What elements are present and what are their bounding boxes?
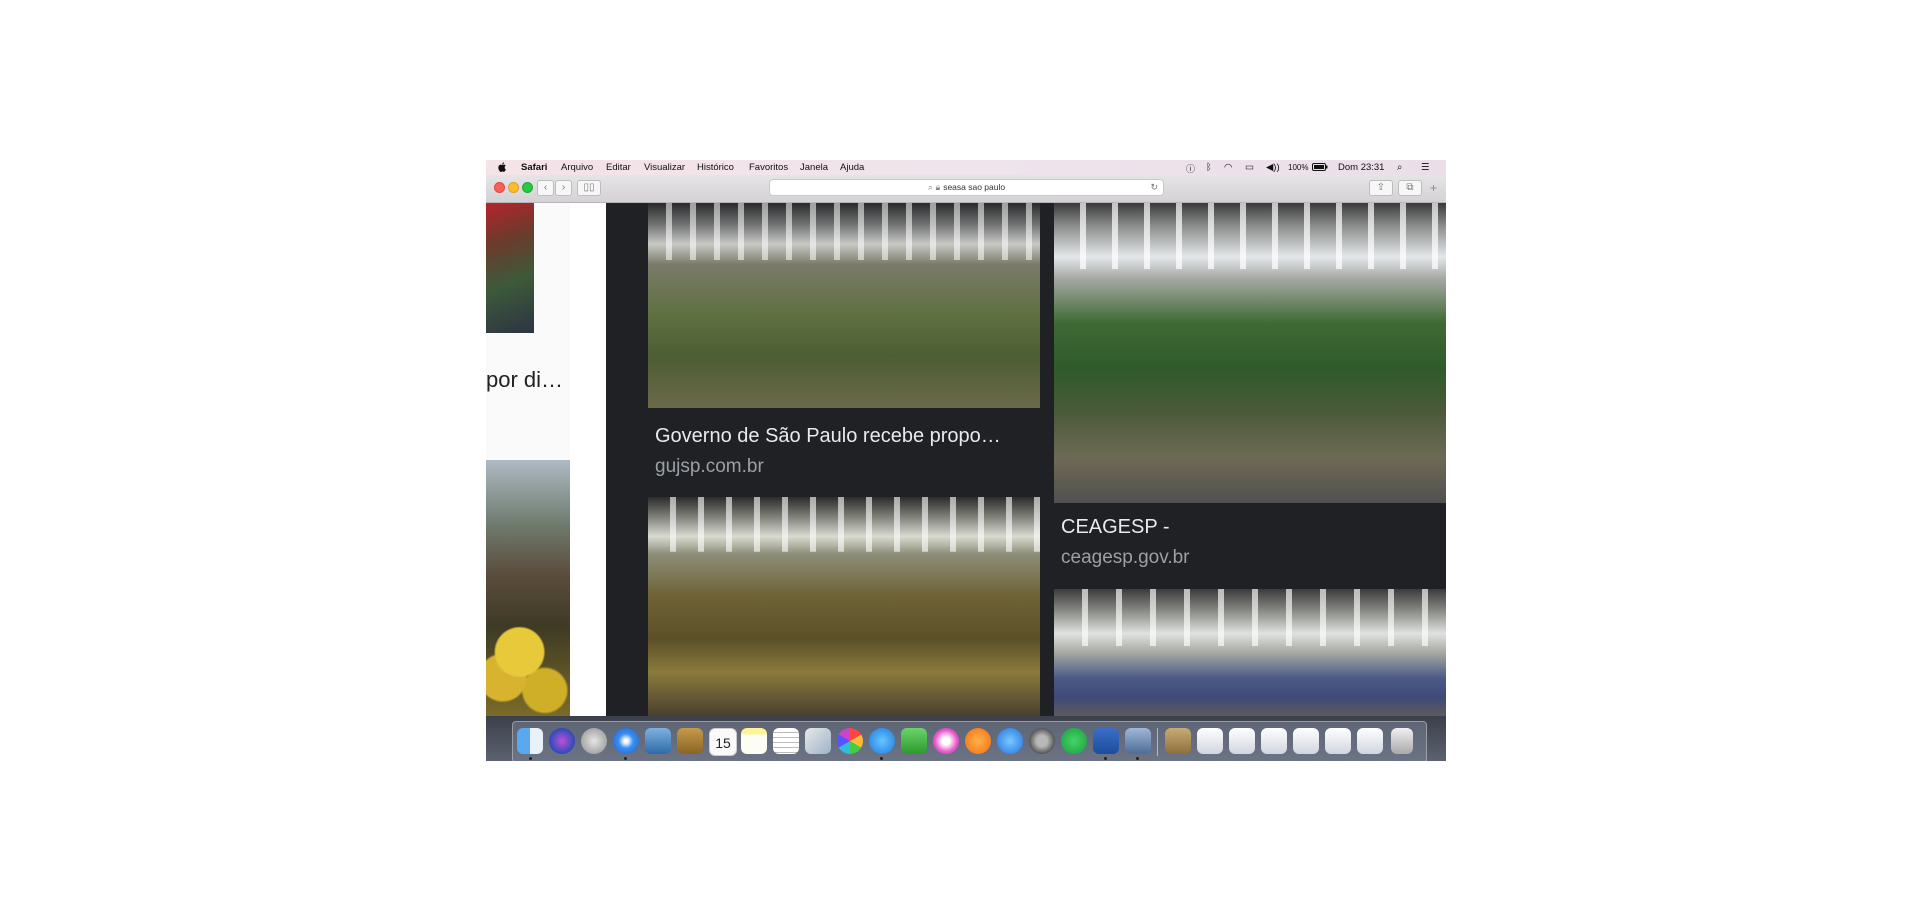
stack-4-icon[interactable] [1293,728,1319,754]
previous-result-image[interactable] [486,203,534,333]
calendar-icon[interactable]: 15 [709,728,737,756]
whatsapp-icon[interactable] [1061,728,1087,754]
previous-result-image-2[interactable] [486,460,570,716]
address-bar[interactable]: ⌕ 🔒︎ seasa sao paulo ↻ [769,179,1164,196]
facetime-icon[interactable] [901,728,927,754]
wifi-icon[interactable]: ◠ [1224,162,1232,173]
previous-result-title[interactable]: por di… [486,367,563,393]
stack-3-icon[interactable] [1261,728,1287,754]
dock-separator [1157,728,1158,756]
running-indicator [529,757,532,760]
reload-icon[interactable]: ↻ [1150,180,1158,195]
stack-1-icon[interactable] [1197,728,1223,754]
finder-icon[interactable] [517,728,543,754]
airplay-icon[interactable]: ▭ [1245,162,1254,173]
launchpad-icon[interactable] [581,728,607,754]
textedit-icon[interactable] [773,728,799,754]
calendar-day: 15 [715,735,731,751]
trash-icon[interactable] [1391,728,1413,754]
siri-icon[interactable] [549,728,575,754]
word-icon[interactable] [1093,728,1119,754]
result-title-1[interactable]: Governo de São Paulo recebe propo… [655,425,1035,448]
menu-arquivo[interactable]: Arquivo [561,162,593,173]
previous-result-column: por di… [486,203,605,716]
apple-menu-icon[interactable] [498,162,507,172]
stack-2-icon[interactable] [1229,728,1255,754]
folder-downloads-icon[interactable] [1165,728,1191,754]
battery-percent[interactable]: 100% [1288,163,1308,172]
system-preferences-icon[interactable] [1029,728,1055,754]
ibooks-icon[interactable] [965,728,991,754]
notes-icon[interactable] [741,728,767,754]
result-title-2[interactable]: CEAGESP - [1061,516,1170,539]
zoom-window-icon[interactable] [522,182,533,193]
new-tab-button[interactable]: + [1430,181,1437,195]
menu-clock[interactable]: Dom 23:31 [1338,162,1384,173]
volume-icon[interactable]: ◀)) [1266,162,1280,173]
safari-toolbar: ‹ › ▯▯ ⌕ 🔒︎ seasa sao paulo ↻ ⇧ ⧉ + [486,175,1446,203]
messages-icon[interactable] [869,728,895,754]
menu-historico[interactable]: Histórico [697,162,734,173]
result-image-3[interactable] [648,497,1040,716]
running-indicator [880,757,883,760]
search-icon: ⌕ [927,182,933,192]
web-page: por di… Governo de São Paulo recebe prop… [486,203,1446,716]
share-button[interactable]: ⇧ [1369,180,1393,196]
stack-5-icon[interactable] [1325,728,1351,754]
address-text: seasa sao paulo [943,182,1006,192]
dock: 15 [512,721,1427,761]
itunes-icon[interactable] [933,728,959,754]
result-source-2[interactable]: ceagesp.gov.br [1061,547,1190,569]
forward-button[interactable]: › [555,180,572,196]
notification-center-icon[interactable]: ☰ [1421,162,1430,173]
appstore-icon[interactable] [997,728,1023,754]
running-indicator [624,757,627,760]
preview2-icon[interactable] [805,728,831,754]
result-image-2[interactable] [1054,203,1446,503]
result-source-1[interactable]: gujsp.com.br [655,456,764,478]
lock-icon: 🔒︎ [935,182,941,192]
column-gap [570,203,605,716]
menu-janela[interactable]: Janela [800,162,828,173]
menu-editar[interactable]: Editar [606,162,631,173]
photo-browser-icon[interactable] [1125,728,1151,754]
running-indicator [1104,757,1107,760]
minimize-window-icon[interactable] [508,182,519,193]
back-button[interactable]: ‹ [537,180,554,196]
safari-icon[interactable] [613,728,639,754]
image-results-panel: Governo de São Paulo recebe propo… gujsp… [606,203,1446,716]
close-window-icon[interactable] [494,182,505,193]
photos-icon[interactable] [837,728,863,754]
tabs-overview-button[interactable]: ⧉ [1398,180,1422,196]
accessibility-status-icon[interactable]: ⓘ [1186,162,1195,175]
macos-screen: Safari Arquivo Editar Visualizar Históri… [486,160,1446,761]
spotlight-search-icon[interactable]: ⌕ [1397,162,1402,173]
menu-ajuda[interactable]: Ajuda [840,162,864,173]
stack-6-icon[interactable] [1357,728,1383,754]
sidebar-toggle-button[interactable]: ▯▯ [577,180,601,196]
menu-favoritos[interactable]: Favoritos [749,162,788,173]
menu-visualizar[interactable]: Visualizar [644,162,685,173]
bluetooth-icon[interactable]: ᛒ [1206,162,1212,173]
running-indicator [1136,757,1139,760]
result-image-1[interactable] [648,203,1040,408]
menu-bar: Safari Arquivo Editar Visualizar Históri… [486,160,1446,175]
battery-icon[interactable] [1312,163,1328,174]
notefile-icon[interactable] [677,728,703,754]
result-image-4[interactable] [1054,589,1446,716]
menu-app-name[interactable]: Safari [521,162,547,173]
preview-icon[interactable] [645,728,671,754]
